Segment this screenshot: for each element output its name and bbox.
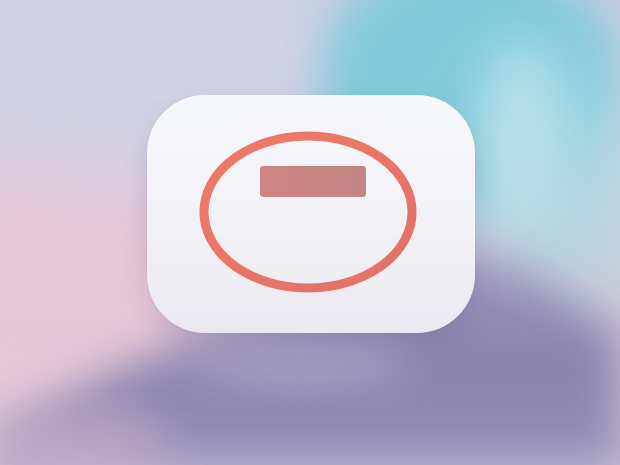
ellipse-with-bar-app-icon [199,131,417,293]
bar-shape [260,166,366,197]
app-icon[interactable] [147,95,475,333]
ring-shape [199,131,417,293]
desktop-scene [0,0,620,465]
